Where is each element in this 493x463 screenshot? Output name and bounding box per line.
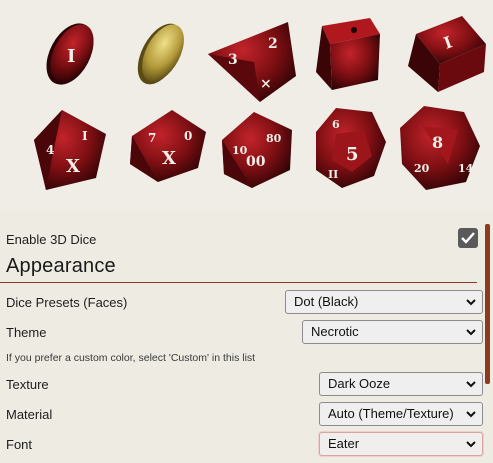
- font-label: Font: [6, 437, 33, 452]
- material-select[interactable]: Auto (Theme/Texture): [319, 402, 483, 426]
- theme-select[interactable]: Necrotic: [302, 320, 483, 344]
- chevron-down-icon: [466, 441, 476, 448]
- theme-label: Theme: [6, 325, 47, 340]
- dice-presets-value: Dot (Black): [294, 294, 359, 309]
- d2-coin-gold-die: [132, 18, 192, 90]
- font-select[interactable]: Eater: [319, 432, 483, 456]
- d2-coin-dark-die: I: [38, 18, 102, 90]
- theme-value: Necrotic: [311, 324, 359, 339]
- d20-die: 8 20 14: [398, 104, 482, 192]
- svg-text:X: X: [162, 148, 176, 169]
- svg-text:×: ×: [260, 76, 272, 92]
- d6-die: [312, 16, 384, 92]
- checkmark-icon: [461, 232, 475, 244]
- svg-text:I: I: [82, 129, 88, 143]
- svg-text:4: 4: [46, 143, 54, 157]
- svg-text:7: 7: [148, 131, 156, 145]
- chevron-down-icon: [466, 299, 476, 306]
- dice-preview: I 3 2 × I X I 4 X 7 0 00 80 10 5 II 6 8 …: [0, 0, 493, 212]
- theme-note: If you prefer a custom color, select 'Cu…: [6, 352, 256, 364]
- material-value: Auto (Theme/Texture): [328, 406, 454, 421]
- d10-die: X 7 0: [128, 108, 208, 184]
- svg-text:2: 2: [268, 36, 278, 52]
- svg-text:10: 10: [232, 144, 248, 157]
- enable-3d-checkbox[interactable]: [458, 228, 478, 248]
- font-value: Eater: [328, 436, 360, 451]
- svg-text:5: 5: [346, 144, 359, 165]
- texture-value: Dark Ooze: [328, 376, 391, 391]
- texture-label: Texture: [6, 377, 49, 392]
- svg-text:80: 80: [266, 132, 282, 145]
- scrollbar[interactable]: [485, 224, 490, 384]
- texture-select[interactable]: Dark Ooze: [319, 372, 483, 396]
- d12-die: 5 II 6: [312, 106, 388, 190]
- svg-text:14: 14: [458, 162, 474, 175]
- svg-text:00: 00: [246, 154, 266, 170]
- svg-text:X: X: [66, 156, 80, 177]
- svg-text:I: I: [67, 46, 75, 67]
- svg-text:20: 20: [414, 162, 430, 175]
- svg-text:0: 0: [184, 129, 192, 143]
- dice-presets-label: Dice Presets (Faces): [6, 295, 128, 310]
- chevron-down-icon: [466, 411, 476, 418]
- svg-text:6: 6: [332, 118, 340, 131]
- d10-percentile-die: 00 80 10: [218, 110, 294, 190]
- svg-text:II: II: [328, 168, 338, 181]
- chevron-down-icon: [466, 329, 476, 336]
- d8-die: X I 4: [32, 108, 108, 192]
- svg-text:3: 3: [228, 52, 238, 68]
- dice-presets-select[interactable]: Dot (Black): [285, 290, 483, 314]
- material-label: Material: [6, 407, 53, 422]
- section-divider: [0, 282, 477, 283]
- enable-3d-label: Enable 3D Dice: [6, 232, 97, 247]
- section-title-appearance: Appearance: [6, 255, 116, 277]
- svg-text:8: 8: [432, 133, 443, 152]
- d6-numbered-die: I: [404, 14, 488, 94]
- chevron-down-icon: [466, 381, 476, 388]
- d4-die: 3 2 ×: [206, 18, 300, 104]
